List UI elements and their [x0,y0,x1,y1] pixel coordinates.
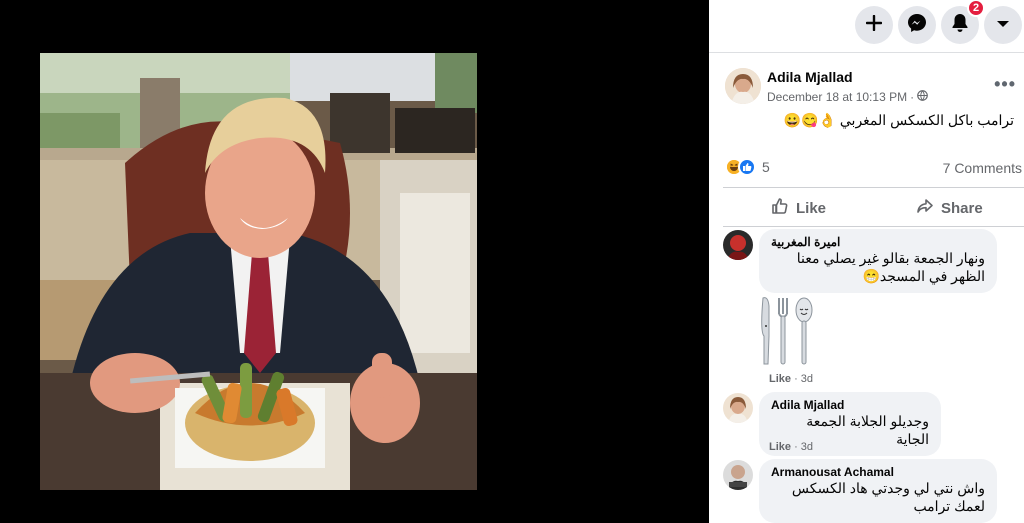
commenter-avatar[interactable] [723,230,753,260]
more-dots-icon: ••• [994,74,1016,94]
comment-like-button[interactable]: Like [769,373,791,385]
comment-like-button[interactable]: Like [769,441,791,453]
commenter-avatar[interactable] [723,393,753,423]
thumbs-up-icon [771,197,789,219]
top-nav: 2 [709,0,1024,53]
comment-meta: Like · 3d [769,441,814,453]
comment-bubble: Armanousat Achamal واش نتي لي وجدتي هاد … [759,459,997,523]
post-text: ترامب باكل الكسكس المغربي 👌😋😀 [783,112,1014,128]
comment-age[interactable]: 3d [801,373,813,385]
share-label: Share [941,199,983,217]
photo-viewer [0,0,709,523]
messenger-icon [907,13,927,38]
comment-bubble: اميرة المغربية ونهار الجمعة بقالو غير يص… [759,229,997,293]
author-avatar[interactable] [725,68,761,104]
comment-age[interactable]: 3d [801,441,813,453]
plus-icon [865,14,883,36]
like-label: Like [796,199,827,217]
divider [723,226,1024,227]
post-options-button[interactable]: ••• [994,74,1016,95]
divider [723,187,1024,188]
commenter-name[interactable]: Armanousat Achamal [771,465,985,479]
comment-text: الظهر في المسجد😁 [862,268,985,284]
caret-down-icon [996,16,1010,34]
commenter-name[interactable]: Adila Mjallad [771,398,929,412]
share-button[interactable]: Share [916,197,983,219]
post-photo[interactable] [40,53,477,490]
comments-count[interactable]: 7 Comments [943,160,1022,176]
share-icon [916,197,934,219]
globe-icon [917,90,928,104]
cutlery-sticker [759,296,817,366]
messenger-button[interactable] [898,6,936,44]
comment-text: ونهار الجمعة بقالو غير يصلي معنا [796,250,985,266]
comment-text: واش نتي لي وجدتي هاد الكسكس [791,480,985,496]
like-button[interactable]: Like [771,197,826,219]
reaction-summary[interactable]: 5 [725,158,770,176]
meta-separator: · [910,90,915,104]
account-menu-button[interactable] [984,6,1022,44]
create-button[interactable] [855,6,893,44]
commenter-avatar[interactable] [723,460,753,490]
post-timestamp[interactable]: December 18 at 10:13 PM [767,90,907,104]
comment-meta: Like · 3d [769,373,814,385]
bell-icon [951,13,969,38]
commenter-name[interactable]: اميرة المغربية [771,235,985,249]
post-meta: December 18 at 10:13 PM · [767,90,928,104]
notifications-button[interactable]: 2 [941,0,985,44]
reaction-count[interactable]: 5 [762,159,770,175]
author-name[interactable]: Adila Mjallad [767,69,853,85]
comment-text: لعمك ترامب [913,498,985,514]
notification-count-badge: 2 [967,0,985,17]
post-sidebar: 2 Adila Mjallad December 18 at 10:13 PM … [709,0,1024,523]
like-reaction-icon [738,158,756,176]
